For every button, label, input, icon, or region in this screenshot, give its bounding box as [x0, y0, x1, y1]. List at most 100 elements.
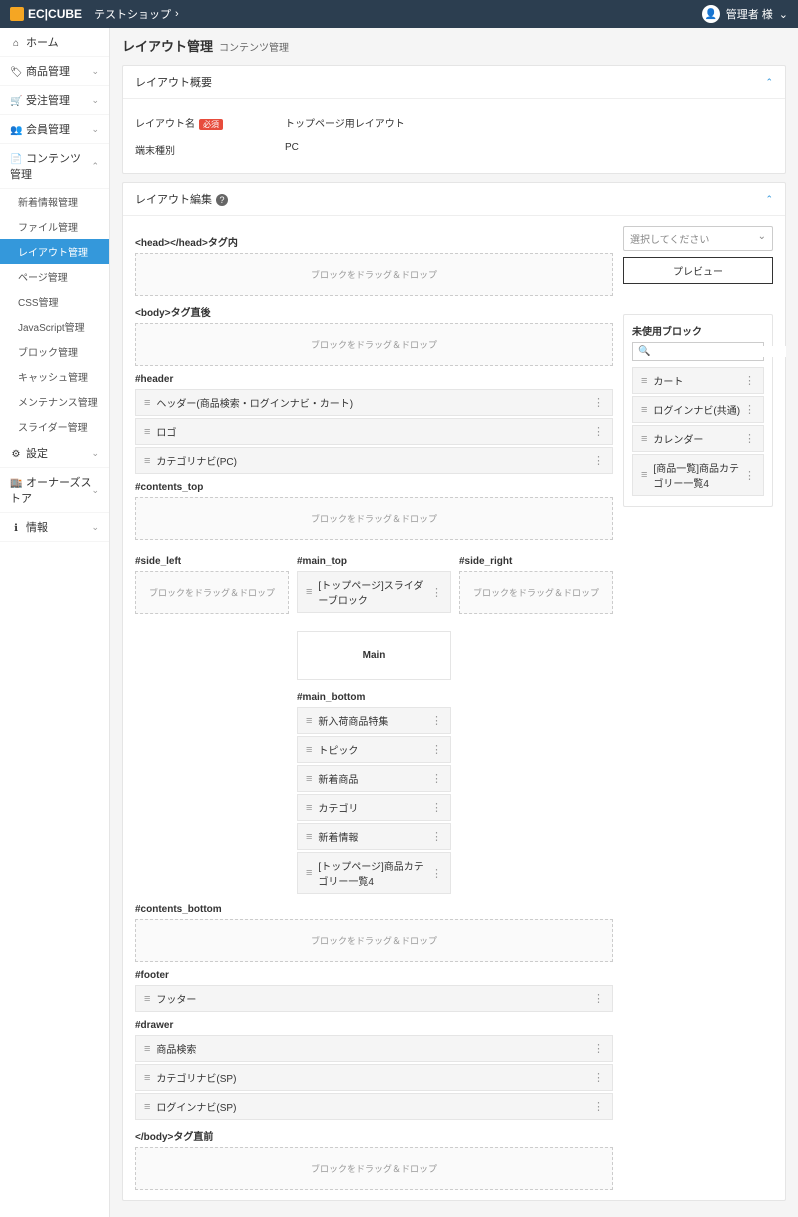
layout-block[interactable]: ≡カテゴリナビ(PC)⋮ [135, 447, 613, 474]
nav-order[interactable]: 🛒受注管理⌄ [0, 86, 109, 115]
drag-handle-icon[interactable]: ≡ [306, 773, 312, 785]
row-device: 端末種別 PC [135, 136, 773, 163]
preview-button[interactable]: プレビュー [623, 257, 773, 284]
drop-header[interactable]: ≡ヘッダー(商品検索・ログインナビ・カート)⋮≡ロゴ⋮≡カテゴリナビ(PC)⋮ [135, 389, 613, 474]
kebab-icon[interactable]: ⋮ [593, 396, 604, 409]
drop-contents-bottom[interactable]: ブロックをドラッグ＆ドロップ [135, 919, 613, 962]
kebab-icon[interactable]: ⋮ [431, 801, 442, 814]
kebab-icon[interactable]: ⋮ [431, 586, 442, 599]
page-select[interactable]: 選択してください ⌄ [623, 226, 773, 251]
kebab-icon[interactable]: ⋮ [431, 743, 442, 756]
nav-home[interactable]: ⌂ホーム [0, 28, 109, 57]
zone-header: #header [135, 374, 613, 385]
drop-contents-top[interactable]: ブロックをドラッグ＆ドロップ [135, 497, 613, 540]
layout-block[interactable]: ≡カテゴリ⋮ [297, 794, 451, 821]
layout-block[interactable]: ≡ヘッダー(商品検索・ログインナビ・カート)⋮ [135, 389, 613, 416]
layout-block[interactable]: ≡新着情報⋮ [297, 823, 451, 850]
drag-handle-icon[interactable]: ≡ [641, 404, 647, 416]
layout-block[interactable]: ≡新入荷商品特集⋮ [297, 707, 451, 734]
drag-handle-icon[interactable]: ≡ [306, 744, 312, 756]
layout-block[interactable]: ≡フッター⋮ [135, 985, 613, 1012]
kebab-icon[interactable]: ⋮ [744, 469, 755, 482]
drop-drawer[interactable]: ≡商品検索⋮≡カテゴリナビ(SP)⋮≡ログインナビ(SP)⋮ [135, 1035, 613, 1120]
card-edit-head[interactable]: レイアウト編集? ⌃ [123, 183, 785, 216]
kebab-icon[interactable]: ⋮ [593, 1071, 604, 1084]
nav-sub-maint[interactable]: メンテナンス管理 [0, 389, 109, 414]
shop-name[interactable]: テストショップ › [94, 6, 179, 22]
kebab-icon[interactable]: ⋮ [744, 374, 755, 387]
kebab-icon[interactable]: ⋮ [593, 454, 604, 467]
layout-block[interactable]: ≡[商品一覧]商品カテゴリー一覧4⋮ [632, 454, 764, 496]
layout-block[interactable]: ≡トピック⋮ [297, 736, 451, 763]
drag-handle-icon[interactable]: ≡ [641, 469, 647, 481]
drag-handle-icon[interactable]: ≡ [144, 397, 150, 409]
layout-block[interactable]: ≡ログインナビ(共通)⋮ [632, 396, 764, 423]
nav-contents[interactable]: 📄コンテンツ管理⌃ [0, 144, 109, 189]
drop-main-top[interactable]: ≡[トップページ]スライダーブロック⋮ [297, 571, 451, 613]
layout-block[interactable]: ≡カート⋮ [632, 367, 764, 394]
layout-block[interactable]: ≡ログインナビ(SP)⋮ [135, 1093, 613, 1120]
drop-head[interactable]: ブロックをドラッグ＆ドロップ [135, 253, 613, 296]
drag-handle-icon[interactable]: ≡ [306, 802, 312, 814]
drag-handle-icon[interactable]: ≡ [306, 715, 312, 727]
nav-sub-slider[interactable]: スライダー管理 [0, 414, 109, 439]
nav-sub-block[interactable]: ブロック管理 [0, 339, 109, 364]
drop-body-after[interactable]: ブロックをドラッグ＆ドロップ [135, 323, 613, 366]
kebab-icon[interactable]: ⋮ [593, 992, 604, 1005]
drag-handle-icon[interactable]: ≡ [144, 993, 150, 1005]
kebab-icon[interactable]: ⋮ [744, 403, 755, 416]
nav-setting[interactable]: ⚙設定⌄ [0, 439, 109, 468]
kebab-icon[interactable]: ⋮ [431, 772, 442, 785]
nav-member[interactable]: 👥会員管理⌄ [0, 115, 109, 144]
drop-footer[interactable]: ≡フッター⋮ [135, 985, 613, 1012]
nav-sub-js[interactable]: JavaScript管理 [0, 314, 109, 339]
nav-sub-page[interactable]: ページ管理 [0, 264, 109, 289]
drag-handle-icon[interactable]: ≡ [144, 455, 150, 467]
kebab-icon[interactable]: ⋮ [593, 1100, 604, 1113]
block-search[interactable]: 🔍 [632, 342, 764, 361]
nav-sub-css[interactable]: CSS管理 [0, 289, 109, 314]
nav-sub-cache[interactable]: キャッシュ管理 [0, 364, 109, 389]
nav-sub-layout[interactable]: レイアウト管理 [0, 239, 109, 264]
drag-handle-icon[interactable]: ≡ [306, 867, 312, 879]
drag-handle-icon[interactable]: ≡ [641, 433, 647, 445]
layout-block[interactable]: ≡新着商品⋮ [297, 765, 451, 792]
drag-handle-icon[interactable]: ≡ [144, 1072, 150, 1084]
drag-handle-icon[interactable]: ≡ [641, 375, 647, 387]
logo[interactable]: EC|CUBE [10, 7, 82, 21]
layout-block[interactable]: ≡商品検索⋮ [135, 1035, 613, 1062]
card-edit: レイアウト編集? ⌃ <head></head>タグ内 ブロックをドラッグ＆ドロ… [122, 182, 786, 1201]
collapse-icon[interactable]: ⌃ [765, 194, 773, 205]
unused-list[interactable]: ≡カート⋮≡ログインナビ(共通)⋮≡カレンダー⋮≡[商品一覧]商品カテゴリー一覧… [632, 367, 764, 496]
drop-body-close[interactable]: ブロックをドラッグ＆ドロップ [135, 1147, 613, 1190]
layout-block[interactable]: ≡[トップページ]スライダーブロック⋮ [297, 571, 451, 613]
layout-block[interactable]: ≡カテゴリナビ(SP)⋮ [135, 1064, 613, 1091]
drop-side-left[interactable]: ブロックをドラッグ＆ドロップ [135, 571, 289, 614]
drag-handle-icon[interactable]: ≡ [306, 831, 312, 843]
block-search-input[interactable] [654, 346, 786, 357]
card-overview-head[interactable]: レイアウト概要 ⌃ [123, 66, 785, 99]
kebab-icon[interactable]: ⋮ [744, 432, 755, 445]
nav-product[interactable]: 🏷商品管理⌄ [0, 57, 109, 86]
nav-owners[interactable]: 🏬オーナーズストア⌄ [0, 468, 109, 513]
kebab-icon[interactable]: ⋮ [593, 425, 604, 438]
drag-handle-icon[interactable]: ≡ [144, 426, 150, 438]
drag-handle-icon[interactable]: ≡ [144, 1043, 150, 1055]
collapse-icon[interactable]: ⌃ [765, 77, 773, 88]
kebab-icon[interactable]: ⋮ [431, 867, 442, 880]
nav-info[interactable]: ℹ情報⌄ [0, 513, 109, 542]
user-menu[interactable]: 👤 管理者 様 ⌄ [702, 5, 788, 23]
nav-sub-file[interactable]: ファイル管理 [0, 214, 109, 239]
drag-handle-icon[interactable]: ≡ [306, 586, 312, 598]
layout-block[interactable]: ≡カレンダー⋮ [632, 425, 764, 452]
kebab-icon[interactable]: ⋮ [431, 830, 442, 843]
layout-block[interactable]: ≡[トップページ]商品カテゴリー一覧4⋮ [297, 852, 451, 894]
layout-block[interactable]: ≡ロゴ⋮ [135, 418, 613, 445]
help-icon[interactable]: ? [216, 194, 228, 206]
drop-main-bottom[interactable]: ≡新入荷商品特集⋮≡トピック⋮≡新着商品⋮≡カテゴリ⋮≡新着情報⋮≡[トップペー… [297, 707, 451, 894]
kebab-icon[interactable]: ⋮ [431, 714, 442, 727]
nav-sub-news[interactable]: 新着情報管理 [0, 189, 109, 214]
drop-side-right[interactable]: ブロックをドラッグ＆ドロップ [459, 571, 613, 614]
drag-handle-icon[interactable]: ≡ [144, 1101, 150, 1113]
kebab-icon[interactable]: ⋮ [593, 1042, 604, 1055]
